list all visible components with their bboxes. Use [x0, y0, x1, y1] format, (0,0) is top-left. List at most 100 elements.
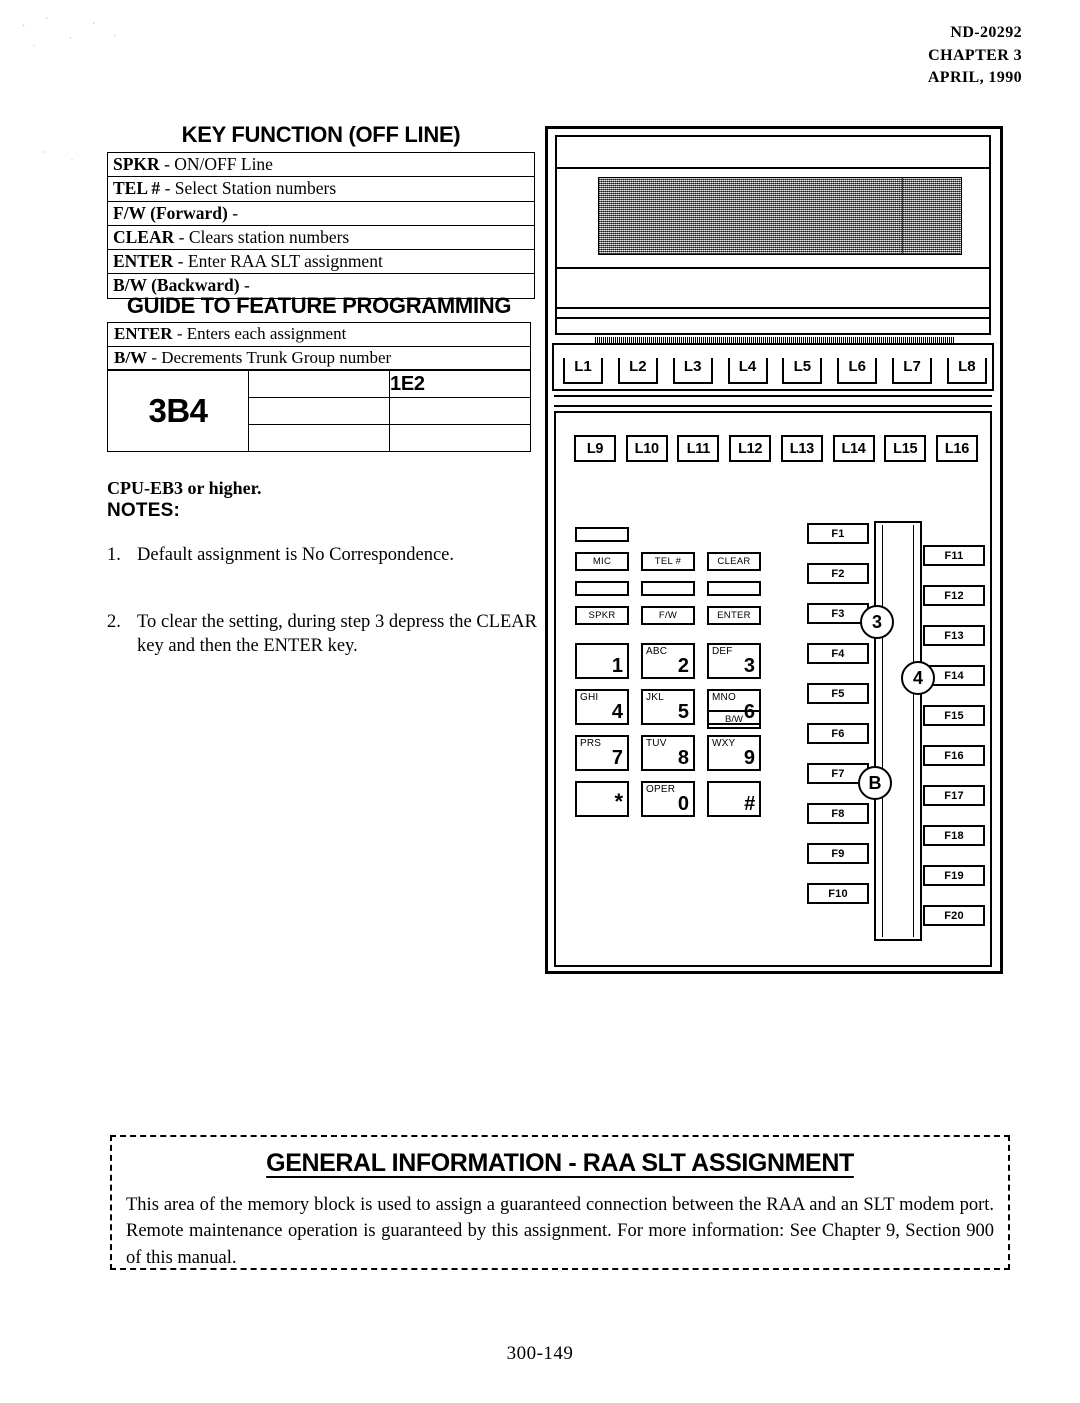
callout-step-3: 3: [860, 605, 894, 639]
function-key-f18[interactable]: F18: [923, 825, 985, 846]
dial-key-seven[interactable]: PRS 7: [575, 735, 629, 771]
dial-key-letters: TUV: [646, 738, 667, 749]
function-key-f9[interactable]: F9: [807, 843, 869, 864]
notes-label: NOTES:: [107, 500, 180, 521]
line-key-l16[interactable]: L16: [935, 435, 978, 462]
housing-rule-1: [557, 167, 989, 169]
function-key-f8[interactable]: F8: [807, 803, 869, 824]
memory-address-grid: 3B4 1E2: [107, 370, 531, 452]
note-item: 1. Default assignment is No Corresponden…: [107, 544, 537, 567]
key-function-row: CLEAR - Clears station numbers: [107, 224, 535, 251]
guide-key-label: B/W: [114, 347, 148, 367]
address-cell-right-1: 1E2: [389, 370, 531, 398]
line-key-l13[interactable]: L13: [780, 435, 823, 462]
function-key-f11[interactable]: F11: [923, 545, 985, 566]
function-key-f20[interactable]: F20: [923, 905, 985, 926]
function-key-f17[interactable]: F17: [923, 785, 985, 806]
function-key-f16[interactable]: F16: [923, 745, 985, 766]
bw-key[interactable]: B/W: [707, 710, 761, 729]
line-key-l12[interactable]: L12: [729, 435, 772, 462]
dial-key-zero[interactable]: OPER 0: [641, 781, 695, 817]
address-cell-middle-1: [248, 370, 390, 398]
dial-key-star[interactable]: *: [575, 781, 629, 817]
key-function-key-label: ENTER: [113, 251, 174, 272]
key-function-separator: -: [232, 202, 239, 223]
key-function-separator: -: [177, 251, 188, 272]
lcd-column-divider: [902, 178, 903, 254]
line-key-l1[interactable]: L1: [563, 358, 603, 384]
line-key-l5[interactable]: L5: [782, 358, 823, 384]
key-function-cell: TEL # - Select Station numbers: [107, 176, 535, 202]
handset-rest-channel: [874, 521, 922, 941]
address-cell-right-2: [389, 397, 531, 425]
tel-number-key[interactable]: TEL #: [641, 552, 695, 571]
dial-key-digit: 9: [743, 747, 755, 769]
guide-to-feature-programming-section: GUIDE TO FEATURE PROGRAMMING ENTER - Ent…: [107, 293, 531, 371]
dial-key-letters: PRS: [580, 738, 602, 749]
key-function-section: KEY FUNCTION (OFF LINE) SPKR - ON/OFF Li…: [107, 122, 535, 299]
line-key-l2[interactable]: L2: [617, 358, 658, 384]
key-function-key-label: CLEAR: [113, 226, 175, 247]
dial-key-three[interactable]: DEF 3: [707, 643, 761, 679]
line-key-l14[interactable]: L14: [832, 435, 875, 462]
function-key-f12[interactable]: F12: [923, 585, 985, 606]
dial-key-pound[interactable]: #: [707, 781, 761, 817]
dial-key-four[interactable]: GHI 4: [575, 689, 629, 725]
dial-row: * OPER 0 #: [575, 781, 761, 817]
document-header: ND-20292 CHAPTER 3 APRIL, 1990: [928, 22, 1022, 90]
guide-row: ENTER - Enters each assignment: [107, 322, 531, 347]
mic-key[interactable]: MIC: [575, 552, 629, 571]
note-text: To clear the setting, during step 3 depr…: [137, 612, 537, 656]
line-key-l11[interactable]: L11: [677, 435, 720, 462]
revision-date: APRIL, 1990: [927, 69, 1022, 87]
cpu-requirement: CPU-EB3 or higher.: [107, 478, 262, 498]
function-key-f4[interactable]: F4: [807, 643, 869, 664]
dial-key-letters: GHI: [580, 692, 599, 703]
line-key-strip-top: L1 L2 L3 L4 L5 L6 L7 L8: [552, 343, 994, 391]
line-key-l9[interactable]: L9: [574, 435, 616, 462]
dial-key-eight[interactable]: TUV 8: [641, 735, 695, 771]
panel-rule-1: [554, 395, 992, 397]
line-key-l7[interactable]: L7: [892, 358, 933, 384]
dial-key-letters: JKL: [646, 692, 664, 703]
function-key-f5[interactable]: F5: [807, 683, 869, 704]
dial-key-nine[interactable]: WXY 9: [707, 735, 761, 771]
guide-key-label: ENTER: [114, 324, 173, 343]
general-information-box: GENERAL INFORMATION - RAA SLT ASSIGNMENT…: [110, 1135, 1010, 1270]
line-key-l6[interactable]: L6: [837, 358, 878, 384]
dial-row: PRS 7 TUV 8 WXY 9: [575, 735, 761, 771]
led-row-2: [575, 581, 761, 596]
key-function-key-label: F/W (Forward): [113, 202, 228, 223]
function-key-f15[interactable]: F15: [923, 705, 985, 726]
function-key-f19[interactable]: F19: [923, 865, 985, 886]
dial-key-letters: DEF: [712, 646, 733, 657]
key-function-separator: -: [164, 154, 175, 174]
clear-key[interactable]: CLEAR: [707, 552, 761, 571]
guide-separator: -: [151, 347, 162, 367]
line-key-l8[interactable]: L8: [946, 358, 987, 384]
function-key-f1[interactable]: F1: [807, 523, 869, 544]
function-key-f2[interactable]: F2: [807, 563, 869, 584]
guide-cell: B/W - Decrements Trunk Group number: [107, 345, 531, 371]
dial-key-digit: 7: [611, 747, 623, 769]
line-key-l4[interactable]: L4: [727, 358, 768, 384]
spkr-led: [575, 581, 629, 596]
function-key-f6[interactable]: F6: [807, 723, 869, 744]
keypad: MIC TEL # CLEAR SPKR F/W ENTER 1 ABC 2 DEF 3…: [575, 527, 761, 827]
key-function-row: SPKR - ON/OFF Line: [107, 151, 535, 178]
callout-step-4: 4: [901, 661, 935, 695]
spkr-key[interactable]: SPKR: [575, 606, 629, 625]
fw-key[interactable]: F/W: [641, 606, 695, 625]
address-cell-middle-2: [248, 397, 390, 425]
dial-key-two[interactable]: ABC 2: [641, 643, 695, 679]
dial-key-five[interactable]: JKL 5: [641, 689, 695, 725]
line-key-l10[interactable]: L10: [625, 435, 668, 462]
enter-key[interactable]: ENTER: [707, 606, 761, 625]
callout-step-b: B: [858, 766, 892, 800]
line-key-l3[interactable]: L3: [672, 358, 713, 384]
dial-key-one[interactable]: 1: [575, 643, 629, 679]
function-key-f13[interactable]: F13: [923, 625, 985, 646]
line-key-l15[interactable]: L15: [884, 435, 927, 462]
function-key-f10[interactable]: F10: [807, 883, 869, 904]
dial-key-digit: 2: [677, 655, 689, 677]
